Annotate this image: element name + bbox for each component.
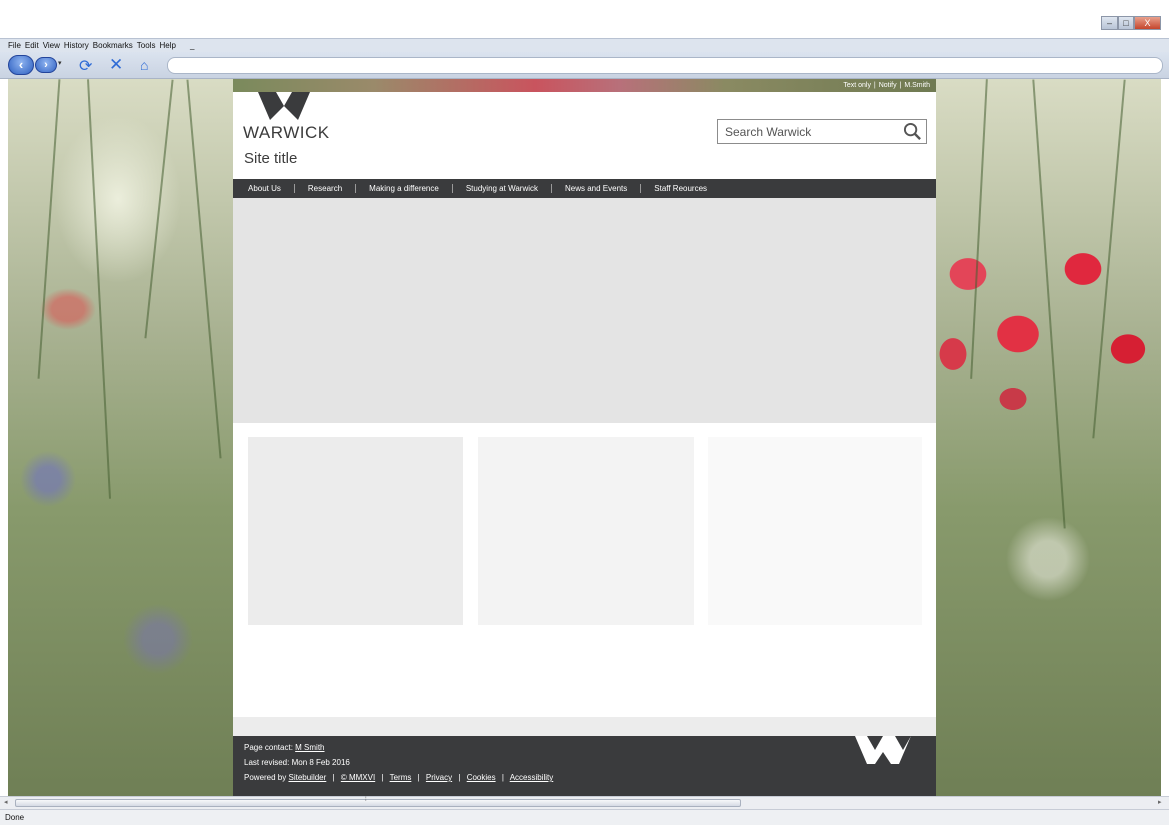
scrollbar-grip-icon: ⁞ (365, 797, 367, 803)
footer-separator: | (501, 773, 504, 782)
nav-item-about-us[interactable]: About Us (248, 184, 281, 193)
header-banner-strip: Text only | Notify | M.Smith (233, 79, 936, 92)
footer-links: Powered by Sitebuilder | © MMXVI | Terms… (244, 773, 553, 782)
status-bar: Done (0, 809, 1169, 825)
nav-item-news-and-events[interactable]: News and Events (565, 184, 627, 193)
content-card-3[interactable] (708, 437, 922, 625)
history-dropdown-icon[interactable]: ▾ (58, 59, 62, 67)
footer-terms-link[interactable]: Terms (390, 773, 412, 782)
footer-contact: Page contact: M Smith (244, 743, 325, 752)
close-button[interactable]: X (1134, 16, 1161, 30)
menu-edit[interactable]: Edit (25, 39, 39, 52)
text-only-link[interactable]: Text only (843, 82, 871, 89)
background-decoration (87, 79, 111, 499)
back-icon[interactable]: ‹ (8, 55, 34, 75)
scroll-left-arrow-icon[interactable]: ◂ (4, 798, 8, 806)
hero-banner-placeholder (233, 198, 936, 423)
nav-separator (355, 184, 357, 193)
footer-separator: | (381, 773, 384, 782)
footer-contact-label: Page contact: (244, 743, 293, 752)
footer-contact-link[interactable]: M Smith (295, 743, 324, 752)
footer-sitebuilder-link[interactable]: Sitebuilder (288, 773, 326, 782)
footer-copyright-link[interactable]: © MMXVI (341, 773, 375, 782)
nav-item-making-a-difference[interactable]: Making a difference (369, 184, 439, 193)
search-icon[interactable] (903, 122, 922, 141)
menu-file[interactable]: File (8, 39, 21, 52)
utility-links: Text only | Notify | M.Smith (842, 81, 930, 90)
footer-last-revised: Last revised: Mon 8 Feb 2016 (244, 758, 350, 767)
main-navigation: About Us Research Making a difference St… (233, 179, 936, 198)
reload-icon[interactable]: ⟳ (79, 56, 92, 76)
menu-extra: _ (189, 41, 195, 50)
notify-link[interactable]: Notify (879, 82, 897, 89)
nav-separator (293, 184, 295, 193)
background-decoration (186, 79, 222, 459)
status-text: Done (5, 813, 25, 822)
nav-item-staff-resources[interactable]: Staff Reources (654, 184, 707, 193)
warwick-footer-logo-icon[interactable] (855, 736, 911, 764)
content-card-1[interactable] (248, 437, 463, 625)
menu-view[interactable]: View (43, 39, 60, 52)
window-titlebar: – □ X (0, 0, 1169, 38)
prefooter-strip (233, 717, 936, 736)
nav-separator (640, 184, 642, 193)
footer-separator: | (417, 773, 420, 782)
minimize-button[interactable]: – (1101, 16, 1118, 30)
scrollbar-thumb[interactable] (15, 799, 741, 807)
stop-icon[interactable]: ✕ (109, 55, 123, 75)
search-box (717, 119, 927, 144)
nav-separator (451, 184, 453, 193)
window-controls: – □ X (1101, 16, 1161, 30)
browser-viewport: Text only | Notify | M.Smith WARWICK Sit… (8, 79, 1161, 796)
footer-powered-label: Powered by (244, 773, 287, 782)
footer-accessibility-link[interactable]: Accessibility (510, 773, 554, 782)
utility-separator: | (873, 82, 876, 89)
background-decoration (970, 79, 988, 379)
background-decoration (37, 79, 61, 379)
search-input[interactable] (718, 120, 898, 143)
utility-separator: | (899, 82, 902, 89)
warwick-wordmark[interactable]: WARWICK (243, 123, 330, 143)
address-bar[interactable] (167, 57, 1163, 74)
maximize-button[interactable]: □ (1118, 16, 1134, 30)
site-title[interactable]: Site title (244, 150, 297, 167)
horizontal-scrollbar[interactable]: ◂ ⁞ ▸ (0, 796, 1169, 809)
nav-separator (551, 184, 552, 193)
user-link[interactable]: M.Smith (904, 82, 930, 89)
content-card-2[interactable] (478, 437, 694, 625)
background-decoration (1092, 79, 1126, 439)
menu-bookmarks[interactable]: Bookmarks (93, 39, 133, 52)
nav-item-studying-at-warwick[interactable]: Studying at Warwick (466, 184, 538, 193)
footer-separator: | (332, 773, 335, 782)
background-decoration (144, 79, 174, 339)
menu-bar: File Edit View History Bookmarks Tools H… (0, 38, 1169, 52)
nav-item-research[interactable]: Research (308, 184, 342, 193)
menu-history[interactable]: History (64, 39, 89, 52)
warwick-logo-icon[interactable] (258, 92, 310, 120)
menu-tools[interactable]: Tools (137, 39, 156, 52)
footer-privacy-link[interactable]: Privacy (426, 773, 452, 782)
menu-help[interactable]: Help (159, 39, 175, 52)
footer-separator: | (458, 773, 461, 782)
navigation-toolbar: ‹ › ▾ ⟳ ✕ ⌂ (0, 52, 1169, 79)
home-icon[interactable]: ⌂ (140, 57, 148, 73)
scroll-right-arrow-icon[interactable]: ▸ (1158, 798, 1162, 806)
web-page: Text only | Notify | M.Smith WARWICK Sit… (233, 79, 936, 796)
forward-icon[interactable]: › (35, 57, 57, 73)
background-decoration (1032, 79, 1066, 529)
page-footer: Page contact: M Smith Last revised: Mon … (233, 736, 936, 796)
footer-cookies-link[interactable]: Cookies (467, 773, 496, 782)
